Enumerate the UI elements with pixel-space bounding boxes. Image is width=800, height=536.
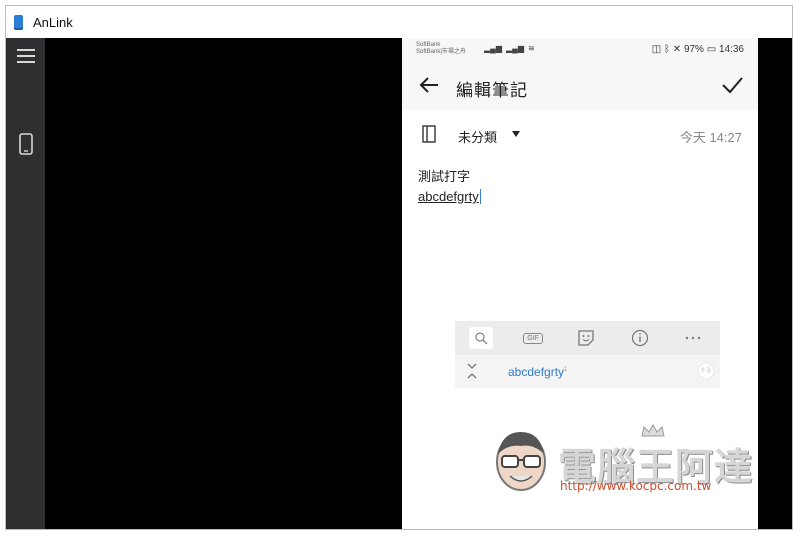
collapse-keyboard-icon[interactable] [465,361,479,381]
gif-label: GIF [523,332,543,344]
watermark-logo-face [496,432,546,491]
status-bar: SoftBank SoftBank|市場之舟 ▂▄▆ ▂▄▆ ≋ ◫ ᛒ ✕ 9… [402,38,758,62]
note-timestamp: 今天 14:27 [679,130,742,145]
more-icon[interactable] [680,325,706,351]
phone-icon[interactable] [6,128,45,160]
mute-icon: ✕ [672,44,682,55]
note-meta-row: 未分類 今天 14:27 [402,122,758,150]
carrier-text: SoftBank SoftBank|市場之舟 [416,42,466,55]
sticker-icon[interactable] [573,325,599,351]
hamburger-menu-icon[interactable] [6,40,45,72]
chevron-down-icon[interactable] [512,131,520,137]
phone-screen[interactable]: SoftBank SoftBank|市場之舟 ▂▄▆ ▂▄▆ ≋ ◫ ᛒ ✕ 9… [402,38,758,529]
status-right: ◫ ᛒ ✕ 97% ▭ 14:36 [652,44,744,55]
nfc-icon: ◫ [651,44,662,55]
page-title: 編輯筆記 [456,81,528,100]
gif-icon[interactable]: GIF [520,325,546,351]
note-body-field[interactable]: abcdefgrty [418,189,481,204]
category-dropdown[interactable]: 未分類 [458,127,497,146]
phone-mirror-viewport: SoftBank SoftBank|市場之舟 ▂▄▆ ▂▄▆ ≋ ◫ ᛒ ✕ 9… [45,38,792,529]
confirm-check-icon[interactable] [720,74,744,96]
battery-icon: ▭ [706,44,717,55]
status-time: 14:36 [718,44,744,55]
window-title: AnLink [33,14,73,30]
word-suggestion[interactable]: abcdefgrty1 [508,365,567,379]
battery-percent: 97% [683,44,704,55]
signal-icon: ▂▄▆ [484,44,502,53]
bluetooth-icon: ᛒ [663,44,670,55]
info-icon[interactable] [627,325,653,351]
suggestion-bar: abcdefgrty1 [455,355,720,388]
notebook-icon[interactable] [422,125,436,143]
keyboard-toolbar: GIF [455,321,720,355]
wifi-icon: ≋ [528,44,535,53]
title-bar: AnLink [6,6,792,38]
sidebar [6,38,45,529]
search-icon[interactable] [468,327,493,349]
back-arrow-icon[interactable] [418,74,440,96]
globe-icon[interactable] [696,361,716,381]
note-title-field[interactable]: 測試打字 [418,166,470,185]
app-window: AnLink SoftBank SoftBank|市場之舟 ▂▄▆ ▂▄▆ ≋ [5,5,793,530]
phone-app-icon [14,14,23,30]
app-bar: 編輯筆記 [402,62,758,110]
signal-icon-2: ▂▄▆ [506,44,524,53]
watermark-url: http://www.kocpc.com.tw [560,479,712,493]
